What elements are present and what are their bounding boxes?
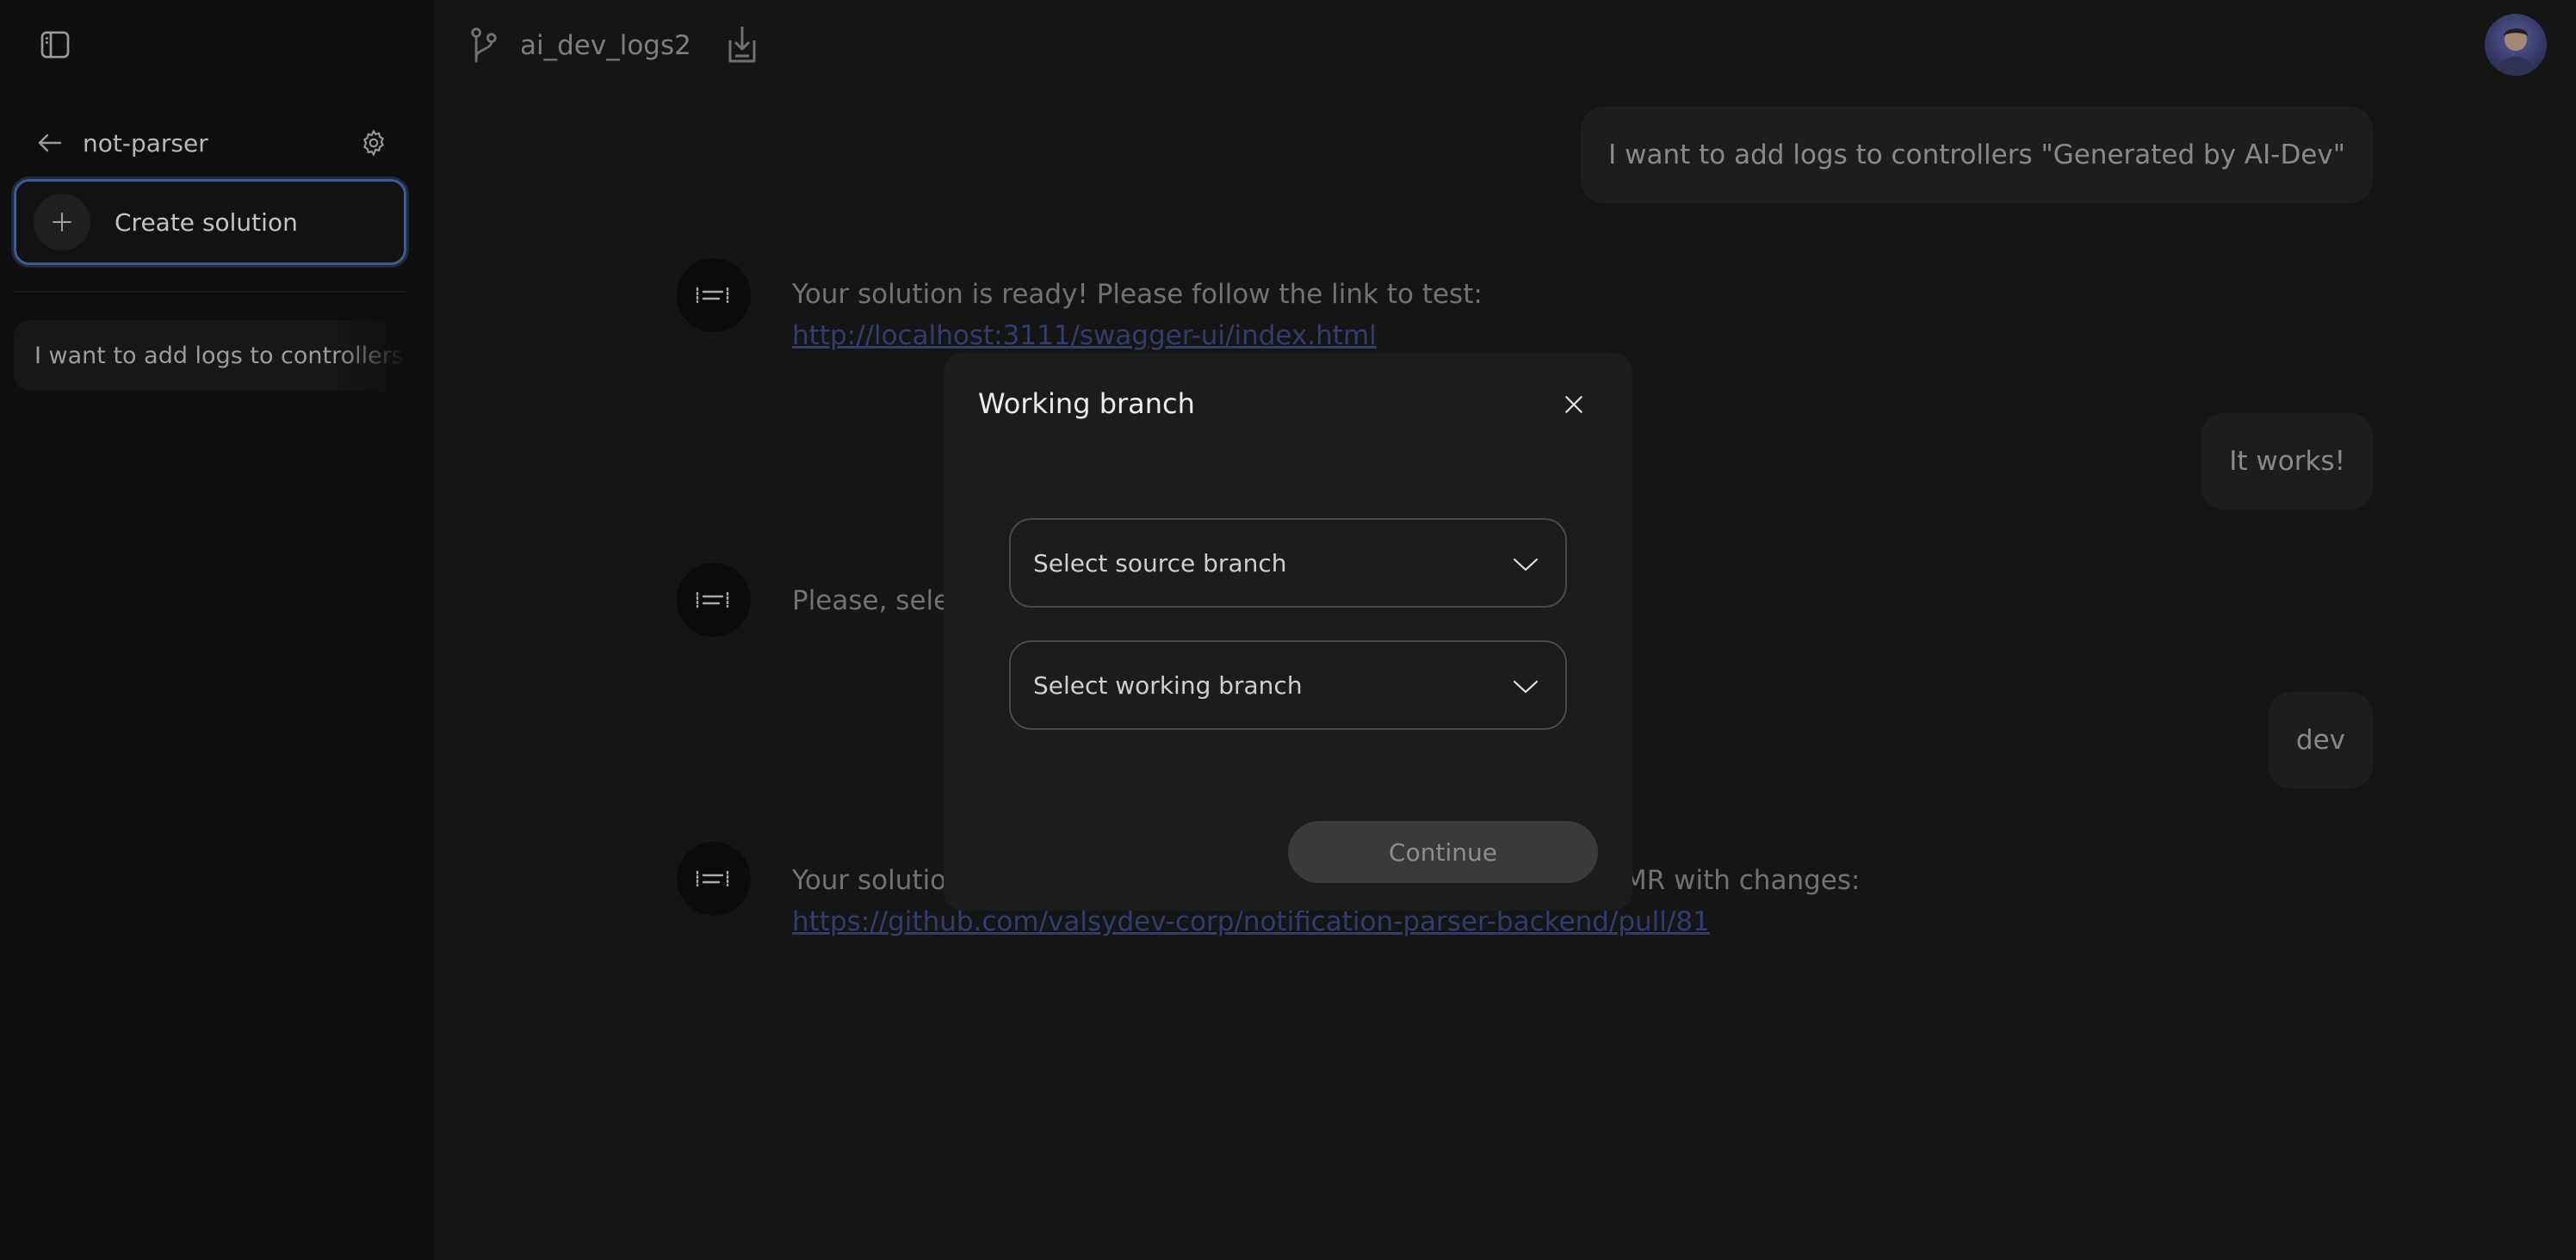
modal-title: Working branch — [978, 387, 1195, 420]
sidebar-toggle-icon[interactable] — [34, 26, 76, 64]
chevron-down-icon — [1508, 547, 1543, 582]
source-branch-select[interactable]: Select source branch — [1009, 518, 1567, 608]
create-solution-label: Create solution — [115, 207, 298, 237]
gear-icon[interactable] — [355, 124, 393, 162]
project-row: not-parser — [31, 122, 393, 164]
source-branch-placeholder: Select source branch — [1033, 548, 1287, 578]
chevron-down-icon — [1508, 670, 1543, 704]
arrow-left-icon[interactable] — [31, 124, 69, 162]
working-branch-placeholder: Select working branch — [1033, 670, 1303, 700]
plus-icon — [34, 194, 90, 250]
working-branch-modal: Working branch Select source branch Sele… — [944, 353, 1632, 911]
continue-button[interactable]: Continue — [1288, 821, 1598, 883]
sidebar-divider — [14, 291, 406, 293]
project-name: not-parser — [83, 128, 208, 158]
sidebar: not-parser Create solution I want to add… — [0, 0, 434, 1260]
history-item[interactable]: I want to add logs to controllers "Gener… — [14, 320, 406, 391]
create-solution-button[interactable]: Create solution — [14, 179, 406, 265]
close-icon[interactable] — [1553, 384, 1595, 425]
working-branch-select[interactable]: Select working branch — [1009, 640, 1567, 730]
